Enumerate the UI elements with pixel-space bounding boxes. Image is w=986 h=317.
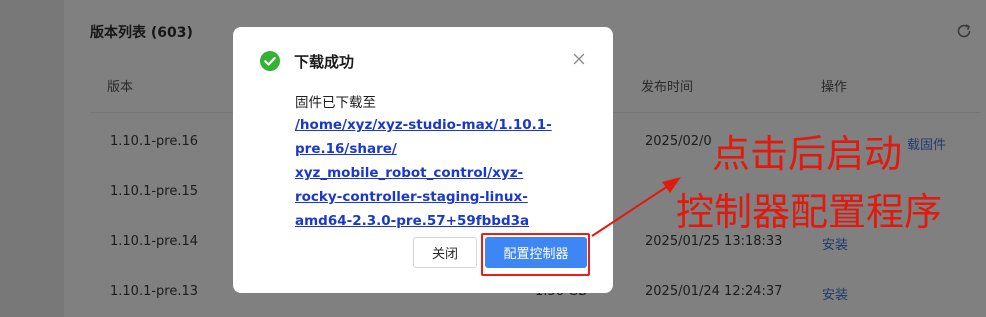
row-version: 1.10.1-pre.15 [110, 184, 199, 199]
annotation-text-line2: 控制器配置程序 [676, 190, 943, 234]
row-release-time: 2025/01/24 12:24:37 [645, 284, 783, 299]
dialog-title: 下载成功 [294, 53, 355, 71]
row-version: 1.10.1-pre.14 [110, 234, 199, 249]
check-circle-icon [260, 51, 280, 71]
download-path-link[interactable]: /home/xyz/xyz-studio-max/1.10.1- pre.16/… [295, 113, 560, 233]
row-version: 1.10.1-pre.16 [110, 134, 199, 149]
row-action-install[interactable]: 安装 [822, 284, 848, 303]
annotation-text-line1: 点击后启动 [712, 132, 903, 176]
sidebar [0, 0, 64, 317]
column-header-version: 版本 [107, 80, 134, 95]
row-version: 1.10.1-pre.13 [110, 284, 199, 299]
close-icon[interactable] [570, 50, 588, 68]
close-button[interactable]: 关闭 [413, 237, 477, 268]
row-release-time: 2025/02/0 [645, 134, 712, 149]
column-header-actions: 操作 [821, 80, 848, 95]
row-action-download[interactable]: 载固件 [907, 134, 946, 153]
highlight-box [481, 233, 590, 276]
dialog-message: 固件已下载至 [295, 95, 376, 111]
refresh-icon[interactable] [955, 22, 973, 40]
version-list-title: 版本列表 (603) [90, 25, 193, 41]
column-header-release-time: 发布时间 [641, 80, 694, 95]
row-release-time: 2025/01/25 13:18:33 [645, 234, 783, 249]
row-action-install[interactable]: 安装 [822, 234, 848, 253]
